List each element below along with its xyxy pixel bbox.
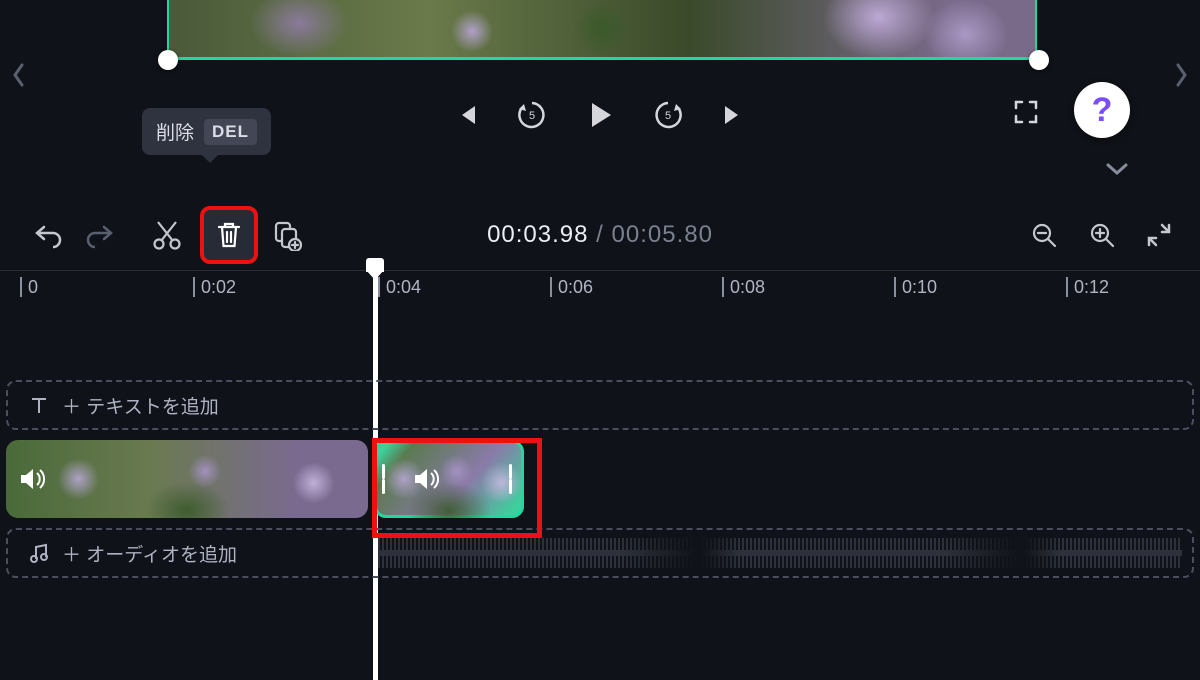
current-time: 00:03.98	[487, 221, 588, 248]
text-track-add[interactable]: ＋ テキストを追加	[6, 380, 1194, 430]
audio-track-add[interactable]: ＋ オーディオを追加	[6, 528, 1194, 578]
forward-5s-button[interactable]: 5	[651, 98, 685, 132]
clip-trim-start[interactable]	[382, 464, 389, 494]
preview-clip[interactable]	[167, 0, 1037, 60]
fit-timeline-button[interactable]	[1146, 222, 1172, 248]
video-clip-1[interactable]	[6, 440, 368, 518]
redo-button[interactable]	[84, 221, 114, 249]
help-icon: ?	[1092, 91, 1113, 130]
preview-trim-end-handle[interactable]	[1029, 50, 1049, 70]
clip-thumbnail	[374, 440, 524, 518]
help-button[interactable]: ?	[1074, 82, 1130, 138]
timeline-ruler[interactable]: 0 0:02 0:04 0:06 0:08 0:10 0:12	[0, 270, 1200, 310]
video-track	[6, 440, 1194, 518]
audio-track-label: ＋ オーディオを追加	[62, 540, 237, 567]
volume-icon	[412, 466, 442, 492]
svg-text:5: 5	[529, 110, 535, 122]
zoom-in-button[interactable]	[1088, 221, 1116, 249]
text-track-label: ＋ テキストを追加	[62, 392, 219, 419]
duration: 00:05.80	[612, 221, 713, 248]
timecode-display: 00:03.98 / 00:05.80	[487, 221, 713, 249]
volume-icon	[18, 466, 48, 492]
music-icon	[28, 542, 50, 564]
expand-panel-button[interactable]	[1104, 160, 1130, 178]
ruler-label: 0:02	[193, 277, 236, 298]
ruler-label: 0:10	[894, 277, 937, 298]
ruler-label: 0	[20, 277, 38, 298]
rewind-5s-button[interactable]: 5	[515, 98, 549, 132]
skip-start-button[interactable]	[453, 101, 481, 129]
clip-thumbnail	[6, 440, 368, 518]
timeline-area: ＋ テキストを追加 ＋ オーディオを追加	[0, 310, 1200, 680]
preview-image	[169, 0, 1035, 57]
ruler-label: 0:12	[1066, 277, 1109, 298]
split-button[interactable]	[152, 219, 182, 251]
ruler-label: 0:06	[550, 277, 593, 298]
svg-text:5: 5	[665, 110, 671, 122]
undo-button[interactable]	[34, 221, 64, 249]
waveform-preview	[378, 538, 1182, 568]
timeline-toolbar: 00:03.98 / 00:05.80	[0, 200, 1200, 270]
preview-trim-start-handle[interactable]	[158, 50, 178, 70]
zoom-out-button[interactable]	[1030, 221, 1058, 249]
play-button[interactable]	[583, 98, 617, 132]
ruler-label: 0:08	[722, 277, 765, 298]
duplicate-button[interactable]	[272, 219, 302, 251]
delete-button[interactable]	[202, 208, 256, 262]
clip-trim-end[interactable]	[509, 464, 516, 494]
video-clip-2-selected[interactable]	[374, 440, 524, 518]
trash-icon	[215, 220, 243, 250]
fullscreen-button[interactable]	[1012, 98, 1040, 126]
ruler-label: 0:04	[378, 277, 421, 298]
text-icon	[28, 394, 50, 416]
skip-end-button[interactable]	[719, 101, 747, 129]
